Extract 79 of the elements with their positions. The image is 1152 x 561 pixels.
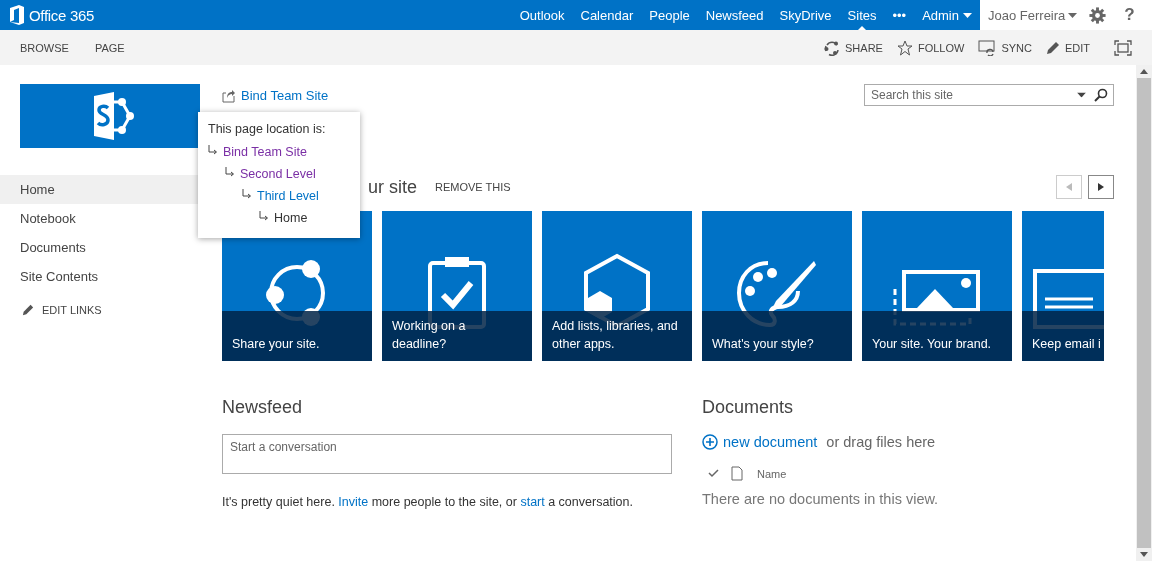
ribbon-action[interactable]: FOLLOW	[896, 39, 965, 56]
star-icon	[896, 39, 913, 56]
suite-nav-link[interactable]: •••	[884, 0, 915, 30]
suite-nav-link[interactable]: SkyDrive	[771, 0, 840, 30]
arrow-icon	[259, 211, 269, 221]
scrollbar[interactable]	[1136, 65, 1152, 561]
drag-hint: or drag files here	[825, 434, 936, 450]
new-document-link[interactable]: new document	[723, 434, 818, 450]
section-heading: Newsfeed	[222, 397, 304, 418]
dropdown-caret-icon[interactable]	[1077, 92, 1086, 98]
tile-caption: Share your site.	[232, 336, 320, 353]
promo-tile[interactable]: What's your style?	[702, 211, 852, 361]
promo-tile[interactable]: Keep email i	[1022, 211, 1104, 361]
caret-icon	[1068, 12, 1078, 18]
current-page: Home	[274, 211, 308, 225]
suite-nav-link[interactable]: Newsfeed	[697, 0, 772, 30]
share-icon	[824, 39, 840, 56]
empty-list-message: There are no documents in this view.	[702, 491, 940, 507]
ribbon-tab[interactable]: PAGE	[94, 41, 125, 54]
document-icon	[731, 466, 743, 481]
inline-link[interactable]: start	[520, 495, 545, 509]
navigate-up-icon[interactable]	[222, 87, 236, 103]
arrow-icon	[242, 189, 252, 199]
caret-icon	[963, 12, 972, 18]
tile-caption: Your site. Your brand.	[872, 336, 992, 353]
promo-tile[interactable]: Add lists, libraries, and other apps.	[542, 211, 692, 361]
edit-links-button[interactable]: EDIT LINKS	[0, 304, 200, 316]
empty-feed-message: It's pretty quiet here. Invite more people to the site, or start a conversation.	[222, 495, 634, 509]
suite-nav-link[interactable]: People	[641, 0, 698, 30]
popup-title: This page location is:	[208, 122, 327, 136]
scroll-up-icon[interactable]	[1140, 69, 1148, 74]
next-button[interactable]	[1088, 175, 1114, 199]
promo-tile[interactable]: Working on a deadline?	[382, 211, 532, 361]
arrow-icon	[225, 167, 235, 177]
section-heading: Documents	[702, 397, 795, 418]
office-logo-icon	[9, 5, 25, 25]
focus-mode-icon[interactable]	[1114, 39, 1132, 56]
suite-nav-link[interactable]: Sites	[839, 0, 885, 30]
user-menu[interactable]: Joao Ferreira	[988, 7, 1078, 23]
suite-nav-link[interactable]: Outlook	[511, 0, 573, 30]
brand-name: Office 365	[29, 6, 95, 24]
nav-link[interactable]: Home	[0, 175, 200, 204]
add-icon[interactable]	[702, 434, 718, 450]
settings-icon[interactable]	[1089, 6, 1107, 24]
help-button[interactable]: ?	[1118, 5, 1141, 25]
tile-caption: Working on a deadline?	[392, 318, 467, 353]
check-icon[interactable]	[708, 469, 719, 478]
sync-icon	[978, 39, 997, 56]
tile-caption: Keep email i	[1032, 336, 1101, 353]
conversation-field[interactable]: Start a conversation	[222, 434, 672, 474]
nav-link[interactable]: Site Contents	[0, 262, 200, 291]
column-header[interactable]: Name	[757, 467, 787, 480]
site-logo[interactable]	[20, 84, 200, 148]
promo-tile[interactable]: Your site. Your brand.	[862, 211, 1012, 361]
ribbon-action[interactable]: EDIT	[1045, 40, 1090, 55]
search-icon[interactable]	[1094, 88, 1108, 102]
remove-link[interactable]: REMOVE THIS	[435, 181, 511, 193]
ribbon-tab[interactable]: BROWSE	[20, 41, 69, 54]
inline-link[interactable]: Invite	[338, 495, 369, 509]
suite-nav-link[interactable]: Calendar	[572, 0, 642, 30]
left-arrow-icon	[1066, 183, 1072, 191]
pencil-icon	[22, 304, 34, 316]
scroll-down-icon[interactable]	[1140, 552, 1148, 557]
nav-link[interactable]: Documents	[0, 233, 200, 262]
tile-caption: Add lists, libraries, and other apps.	[552, 318, 679, 353]
tile-caption: What's your style?	[712, 336, 814, 353]
location-link[interactable]: Second Level	[240, 167, 316, 181]
nav-link[interactable]: Notebook	[0, 204, 200, 233]
pencil-icon	[1045, 40, 1060, 55]
right-arrow-icon	[1098, 183, 1104, 191]
suite-nav-link[interactable]: Admin	[914, 0, 980, 30]
location-link[interactable]: Bind Team Site	[223, 145, 307, 159]
search-field[interactable]: Search this site	[864, 84, 1114, 106]
arrow-icon	[208, 145, 218, 155]
section-heading: ur site	[368, 176, 418, 198]
location-link[interactable]: Third Level	[257, 189, 319, 203]
ribbon-action[interactable]: SYNC	[978, 39, 1032, 56]
site-title-link[interactable]: Bind Team Site	[241, 87, 329, 103]
ribbon-action[interactable]: SHARE	[824, 39, 883, 56]
